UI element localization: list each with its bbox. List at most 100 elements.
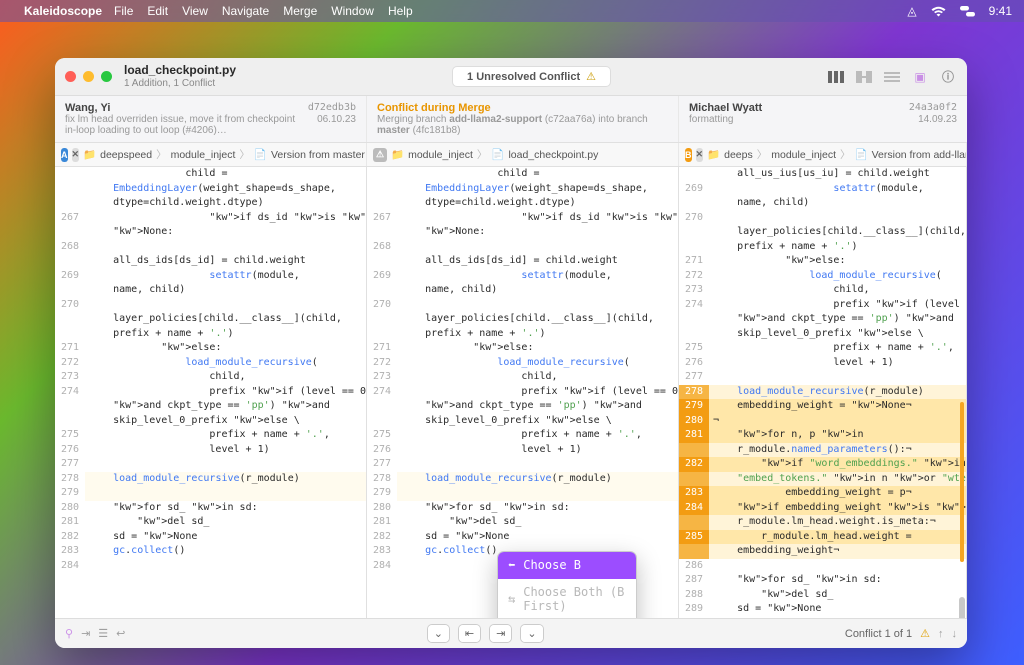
code-line[interactable]: 272 load_module_recursive( bbox=[55, 356, 366, 371]
code-line[interactable]: prefix + name + '.') bbox=[55, 327, 366, 342]
close-b-chip[interactable]: ✕ bbox=[696, 148, 704, 162]
code-line[interactable]: 280¬ bbox=[679, 414, 966, 429]
code-line[interactable]: 278 load_module_recursive(r_module) bbox=[55, 472, 366, 487]
code-line[interactable]: layer_policies[child.__class__](child, bbox=[55, 312, 366, 327]
code-line[interactable]: embedding_weight¬ bbox=[679, 544, 966, 559]
filter-icon[interactable]: ⚲ bbox=[65, 627, 73, 640]
code-line[interactable]: skip_level_0_prefix "kw">else \ bbox=[55, 414, 366, 429]
code-line[interactable]: 283 gc.collect() bbox=[55, 544, 366, 559]
window-zoom-button[interactable] bbox=[101, 71, 112, 82]
prev-conflict-button[interactable]: ↑ bbox=[938, 628, 944, 640]
code-line[interactable]: layer_policies[child.__class__](child, bbox=[367, 312, 678, 327]
code-line[interactable]: 275 prefix + name + '.', bbox=[55, 428, 366, 443]
code-line[interactable]: 279 embedding_weight = "kw">None¬ bbox=[679, 399, 966, 414]
code-line[interactable]: r_module.lm_head.weight.is_meta:¬ bbox=[679, 515, 966, 530]
code-line[interactable]: 268 bbox=[367, 240, 678, 255]
code-line[interactable]: 280 "kw">for sd_ "kw">in sd: bbox=[55, 501, 366, 516]
menu-merge[interactable]: Merge bbox=[283, 4, 317, 18]
code-line[interactable]: 274 prefix "kw">if (level == 0 bbox=[55, 385, 366, 400]
code-line[interactable]: all_ds_ids[ds_id] = child.weight bbox=[55, 254, 366, 269]
code-line[interactable]: 284 bbox=[55, 559, 366, 574]
code-line[interactable]: 271 "kw">else: bbox=[55, 341, 366, 356]
code-line[interactable]: 276 level + 1) bbox=[679, 356, 966, 371]
code-line[interactable]: 277 bbox=[367, 457, 678, 472]
code-line[interactable]: 272 load_module_recursive( bbox=[367, 356, 678, 371]
code-line[interactable]: 270 bbox=[367, 298, 678, 313]
code-line[interactable]: "kw">and ckpt_type == 'pp') "kw">and bbox=[367, 399, 678, 414]
code-line[interactable]: 271 "kw">else: bbox=[679, 254, 966, 269]
menu-edit[interactable]: Edit bbox=[147, 4, 168, 18]
code-line[interactable]: 269 setattr(module, bbox=[55, 269, 366, 284]
code-line[interactable]: 277 bbox=[679, 370, 966, 385]
menu-file[interactable]: File bbox=[114, 4, 133, 18]
code-line[interactable]: "kw">None: bbox=[367, 225, 678, 240]
code-line[interactable]: 267 "kw">if ds_id "kw">is "kw">not bbox=[367, 211, 678, 226]
code-line[interactable]: child = bbox=[55, 167, 366, 182]
menu-choose-b[interactable]: ⬅︎ Choose B bbox=[498, 552, 636, 579]
breadcrumb-a[interactable]: A ✕ 📁deepspeed〉 module_inject〉 📄Version … bbox=[55, 143, 367, 166]
code-line[interactable]: "embed_tokens." "kw">in n "kw">or "wte."… bbox=[679, 472, 966, 487]
code-line[interactable]: dtype=child.weight.dtype) bbox=[367, 196, 678, 211]
app-name[interactable]: Kaleidoscope bbox=[24, 4, 102, 18]
code-line[interactable]: 283 embedding_weight = p¬ bbox=[679, 486, 966, 501]
code-line[interactable]: skip_level_0_prefix "kw">else \ bbox=[679, 327, 966, 342]
code-line[interactable]: 288 "kw">del sd_ bbox=[679, 588, 966, 603]
menu-window[interactable]: Window bbox=[331, 4, 374, 18]
code-line[interactable]: 285 r_module.lm_head.weight = bbox=[679, 530, 966, 545]
code-line[interactable]: 274 prefix "kw">if (level == 0 bbox=[679, 298, 966, 313]
code-line[interactable]: "kw">and ckpt_type == 'pp') "kw">and bbox=[55, 399, 366, 414]
code-line[interactable]: 290 gc.collect() bbox=[679, 617, 966, 619]
code-line[interactable]: name, child) bbox=[55, 283, 366, 298]
code-line[interactable]: 269 setattr(module, bbox=[367, 269, 678, 284]
code-line[interactable]: 282 sd = "kw">None bbox=[55, 530, 366, 545]
code-line[interactable]: 270 bbox=[679, 211, 966, 226]
change-marker[interactable] bbox=[960, 402, 964, 562]
code-line[interactable]: 282 "kw">if "word_embeddings." "kw">in n… bbox=[679, 457, 966, 472]
take-right-button[interactable]: ⇥ bbox=[489, 624, 512, 643]
code-line[interactable]: 287 "kw">for sd_ "kw">in sd: bbox=[679, 573, 966, 588]
list-icon[interactable]: ☰ bbox=[98, 627, 108, 640]
code-line[interactable]: 268 bbox=[55, 240, 366, 255]
code-line[interactable]: 278 load_module_recursive(r_module) bbox=[367, 472, 678, 487]
code-line[interactable]: 273 child, bbox=[679, 283, 966, 298]
code-line[interactable]: 281 "kw">del sd_ bbox=[367, 515, 678, 530]
code-line[interactable]: 274 prefix "kw">if (level == 0 bbox=[367, 385, 678, 400]
code-line[interactable]: prefix + name + '.') bbox=[679, 240, 966, 255]
code-line[interactable]: prefix + name + '.') bbox=[367, 327, 678, 342]
close-a-chip[interactable]: ✕ bbox=[72, 148, 80, 162]
code-line[interactable]: r_module.named_parameters():¬ bbox=[679, 443, 966, 458]
code-line[interactable]: name, child) bbox=[679, 196, 966, 211]
code-line[interactable]: 275 prefix + name + '.', bbox=[367, 428, 678, 443]
code-line[interactable]: 286 bbox=[679, 559, 966, 574]
window-minimize-button[interactable] bbox=[83, 71, 94, 82]
view-columns-button[interactable] bbox=[827, 69, 845, 85]
take-left-button[interactable]: ⇤ bbox=[458, 624, 481, 643]
window-close-button[interactable] bbox=[65, 71, 76, 82]
view-unified-button[interactable] bbox=[883, 69, 901, 85]
menu-help[interactable]: Help bbox=[388, 4, 413, 18]
info-button[interactable]: ⓘ bbox=[939, 69, 957, 85]
code-line[interactable]: dtype=child.weight.dtype) bbox=[55, 196, 366, 211]
menu-view[interactable]: View bbox=[182, 4, 208, 18]
code-line[interactable]: 273 child, bbox=[367, 370, 678, 385]
code-line[interactable]: 281 "kw">del sd_ bbox=[55, 515, 366, 530]
indent-icon[interactable]: ⇥ bbox=[81, 627, 90, 640]
code-line[interactable]: 272 load_module_recursive( bbox=[679, 269, 966, 284]
code-line[interactable]: 273 child, bbox=[55, 370, 366, 385]
status-icon-1[interactable]: ◬ bbox=[907, 4, 916, 18]
code-line[interactable]: 271 "kw">else: bbox=[367, 341, 678, 356]
code-line[interactable]: skip_level_0_prefix "kw">else \ bbox=[367, 414, 678, 429]
code-line[interactable]: 282 sd = "kw">None bbox=[367, 530, 678, 545]
code-line[interactable]: EmbeddingLayer(weight_shape=ds_shape, bbox=[367, 182, 678, 197]
code-line[interactable]: child = bbox=[367, 167, 678, 182]
code-line[interactable]: "kw">and ckpt_type == 'pp') "kw">and bbox=[679, 312, 966, 327]
code-line[interactable]: 289 sd = "kw">None bbox=[679, 602, 966, 617]
code-line[interactable]: 280 "kw">for sd_ "kw">in sd: bbox=[367, 501, 678, 516]
code-line[interactable]: all_ds_ids[ds_id] = child.weight bbox=[367, 254, 678, 269]
code-line[interactable]: 277 bbox=[55, 457, 366, 472]
nav-segment[interactable]: ⌄ bbox=[427, 624, 450, 643]
code-line[interactable]: EmbeddingLayer(weight_shape=ds_shape, bbox=[55, 182, 366, 197]
breadcrumb-b[interactable]: B ✕ 📁deeps〉 module_inject〉 📄Version from… bbox=[679, 143, 967, 166]
code-line[interactable]: 275 prefix + name + '.', bbox=[679, 341, 966, 356]
code-line[interactable]: 279 bbox=[55, 486, 366, 501]
